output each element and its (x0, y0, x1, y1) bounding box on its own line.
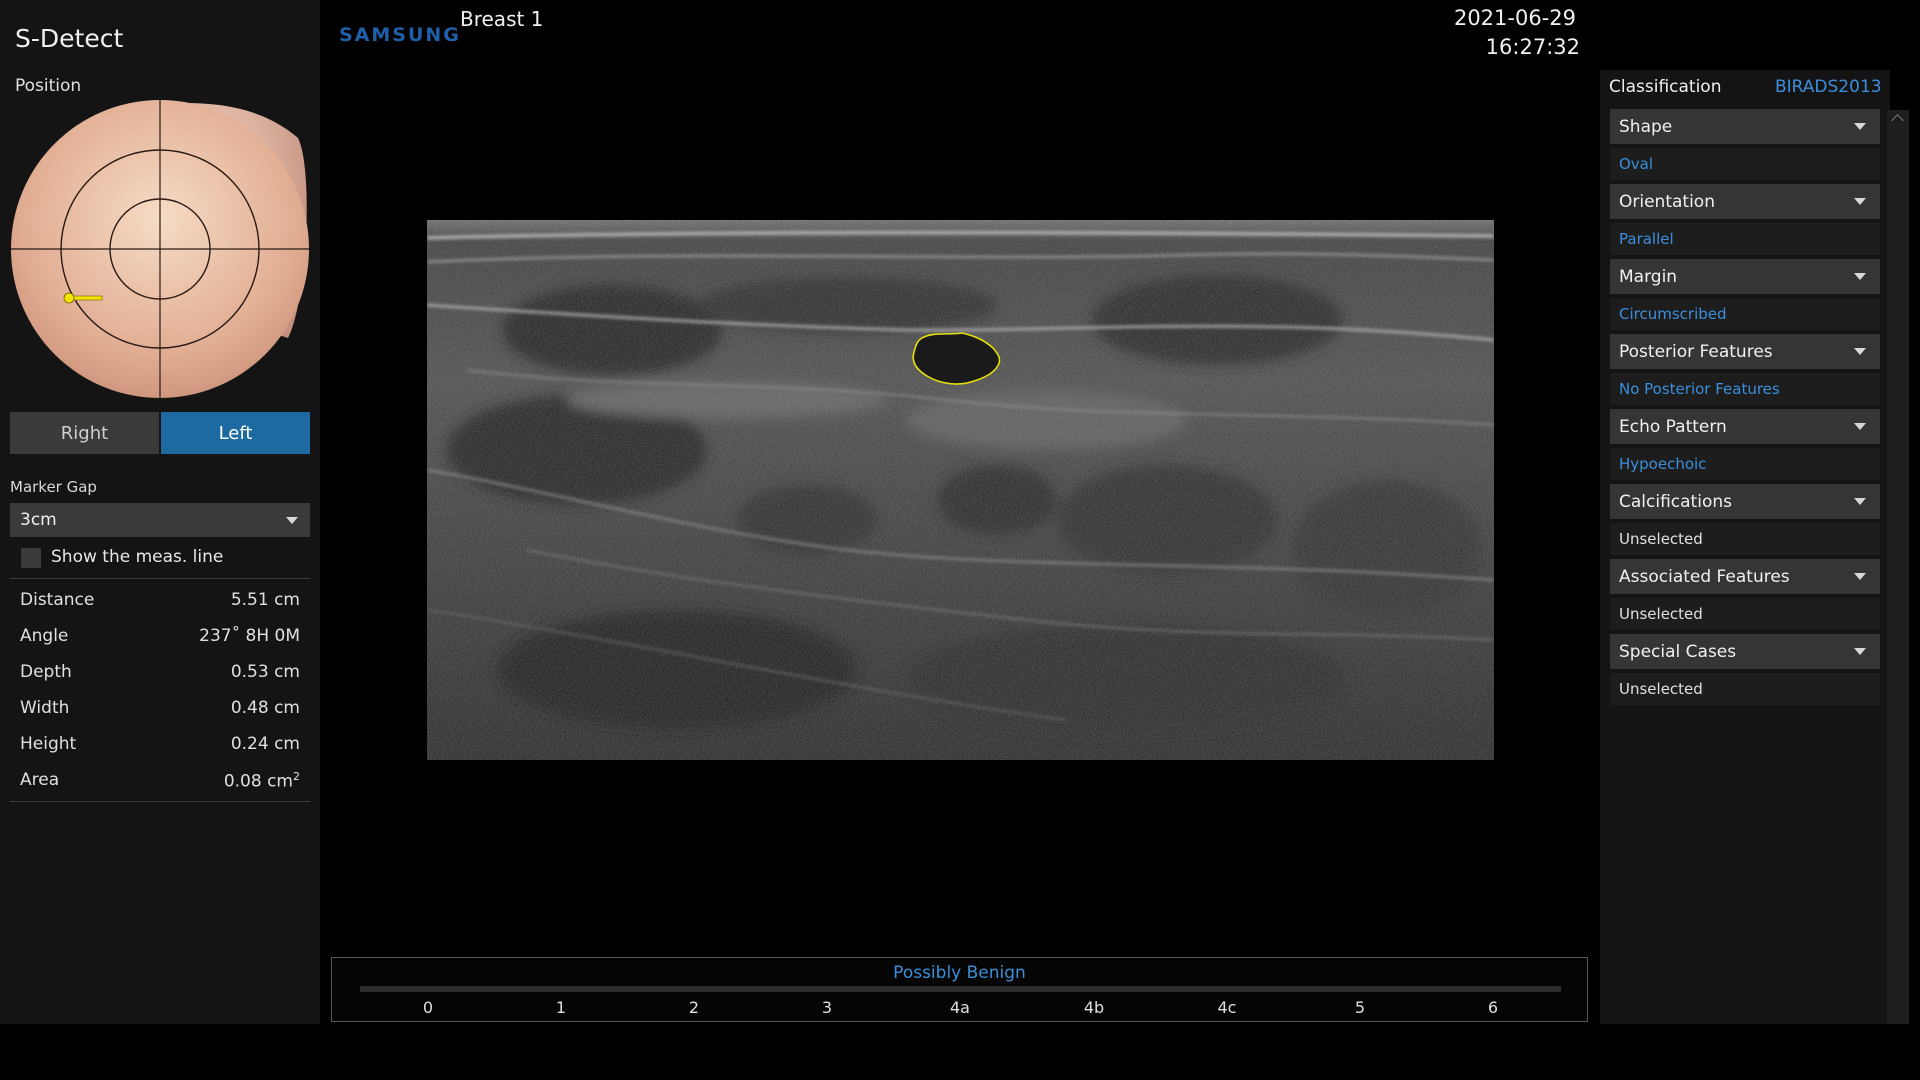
chevron-down-icon (286, 517, 298, 524)
measurement-value: 0.48 cm (230, 698, 300, 718)
scale-tick: 4a (950, 998, 970, 1017)
category-name: Orientation (1619, 191, 1715, 212)
measurement-value: 0.24 cm (230, 734, 300, 754)
result-label: Possibly Benign (893, 963, 1026, 983)
category-associated-features-value[interactable]: Unselected (1610, 598, 1880, 630)
marker-gap-dropdown[interactable]: 3cm (10, 503, 310, 537)
scale-tick: 2 (688, 998, 700, 1017)
chevron-down-icon (1854, 498, 1866, 505)
measurement-row: Angle 237˚ 8H 0M (20, 626, 300, 650)
category-associated-features-header[interactable]: Associated Features (1610, 559, 1880, 594)
category-name: Margin (1619, 266, 1678, 287)
measurement-row: Height 0.24 cm (20, 734, 300, 758)
category-echo-pattern-header[interactable]: Echo Pattern (1610, 409, 1880, 444)
category-name: Special Cases (1619, 641, 1737, 662)
marker-gap-value: 3cm (20, 510, 57, 530)
measurement-label: Area (20, 770, 60, 790)
classification-label: Classification (1609, 77, 1722, 97)
left-side-button[interactable]: Left (161, 412, 310, 454)
chevron-down-icon (1854, 348, 1866, 355)
scale-tick: 4c (1217, 998, 1237, 1017)
exam-date: 2021-06-29 (1453, 6, 1576, 30)
category-posterior-features-value[interactable]: No Posterior Features (1610, 373, 1880, 405)
brand-logo: SAMSUNG (339, 24, 461, 46)
exam-time: 16:27:32 (1485, 35, 1580, 59)
result-scale-bar (360, 986, 1561, 992)
classification-system: BIRADS2013 (1775, 77, 1882, 97)
category-margin-value[interactable]: Circumscribed (1610, 298, 1880, 330)
category-name: Associated Features (1619, 566, 1790, 587)
show-meas-line-label: Show the meas. line (51, 547, 224, 567)
chevron-down-icon (1854, 123, 1866, 130)
category-orientation-value[interactable]: Parallel (1610, 223, 1880, 255)
scale-tick: 5 (1354, 998, 1366, 1017)
category-margin-header[interactable]: Margin (1610, 259, 1880, 294)
speckle-texture (427, 220, 1494, 760)
marker-gap-label: Marker Gap (10, 478, 97, 496)
category-name: Calcifications (1619, 491, 1732, 512)
category-posterior-features-header[interactable]: Posterior Features (1610, 334, 1880, 369)
app-title: S-Detect (15, 24, 124, 53)
chevron-down-icon (1854, 273, 1866, 280)
measurement-row: Width 0.48 cm (20, 698, 300, 722)
right-side-button[interactable]: Right (10, 412, 159, 454)
breast-position-diagram[interactable] (8, 98, 312, 404)
exam-title: Breast 1 (460, 7, 544, 31)
scrollbar[interactable] (1887, 110, 1909, 1024)
measurement-row: Distance 5.51 cm (20, 590, 300, 614)
show-meas-line-checkbox[interactable] (21, 548, 41, 568)
category-name: Shape (1619, 116, 1673, 137)
chevron-down-icon (1854, 573, 1866, 580)
category-special-cases-value[interactable]: Unselected (1610, 673, 1880, 705)
scale-tick: 6 (1487, 998, 1499, 1017)
scale-tick: 0 (422, 998, 434, 1017)
scale-tick: 1 (555, 998, 567, 1017)
category-shape-header[interactable]: Shape (1610, 109, 1880, 144)
ultrasound-image[interactable] (427, 220, 1494, 760)
divider (10, 578, 310, 579)
chevron-down-icon (1854, 198, 1866, 205)
measurement-row: Area 0.08 cm2 (20, 770, 300, 794)
category-echo-pattern-value[interactable]: Hypoechoic (1610, 448, 1880, 480)
measurement-label: Angle (20, 626, 69, 646)
measurement-value: 237˚ 8H 0M (199, 626, 300, 646)
measurement-label: Height (20, 734, 77, 754)
measurement-value: 0.53 cm (230, 662, 300, 682)
measurement-label: Depth (20, 662, 72, 682)
measurement-value: 0.08 cm2 (223, 770, 300, 792)
result-scale-panel: Possibly Benign 0 1 2 3 4a 4b 4c 5 6 (331, 957, 1588, 1022)
chevron-down-icon (1854, 423, 1866, 430)
position-label: Position (15, 76, 82, 96)
divider (10, 801, 310, 802)
category-special-cases-header[interactable]: Special Cases (1610, 634, 1880, 669)
category-shape-value[interactable]: Oval (1610, 148, 1880, 180)
measurement-row: Depth 0.53 cm (20, 662, 300, 686)
chevron-down-icon (1854, 648, 1866, 655)
measurement-value: 5.51 cm (230, 590, 300, 610)
measurement-label: Distance (20, 590, 95, 610)
category-calcifications-value[interactable]: Unselected (1610, 523, 1880, 555)
category-name: Posterior Features (1619, 341, 1773, 362)
measurement-label: Width (20, 698, 70, 718)
scale-tick: 4b (1083, 998, 1105, 1017)
category-orientation-header[interactable]: Orientation (1610, 184, 1880, 219)
category-calcifications-header[interactable]: Calcifications (1610, 484, 1880, 519)
scale-tick: 3 (821, 998, 833, 1017)
category-name: Echo Pattern (1619, 416, 1727, 437)
